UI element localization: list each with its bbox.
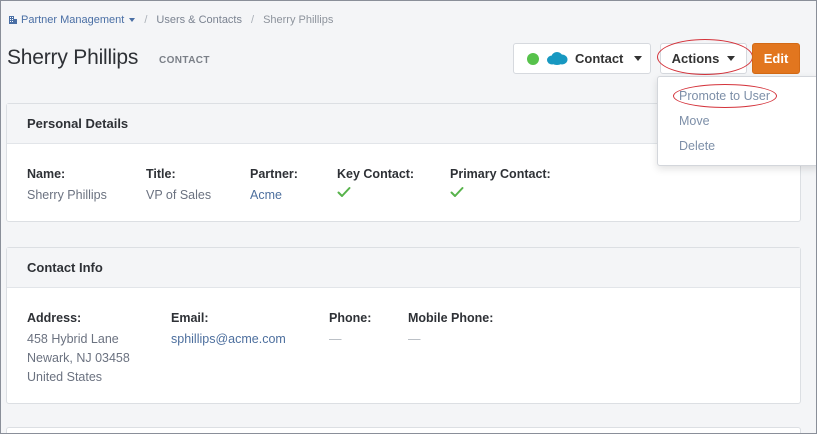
page-title: Sherry Phillips [7,46,139,69]
breadcrumb-current: Sherry Phillips [263,14,334,26]
address-line: Newark, NJ 03458 [27,351,130,365]
email-link[interactable]: sphillips@acme.com [171,330,286,349]
field-value: Sherry Phillips [27,188,107,202]
mobile-phone-field: Mobile Phone: — [408,311,493,349]
address-line: United States [27,370,103,384]
check-icon [450,187,464,197]
address-line: 458 Hybrid Lane [27,332,119,346]
sync-status-dot [527,52,539,65]
breadcrumb-separator: / [144,14,148,26]
field-label: Key Contact: [337,167,415,181]
menu-item-move[interactable]: Move [679,114,710,128]
phone-field: Phone: — [329,311,371,349]
key-contact-field: Key Contact: [337,167,414,198]
actions-dropdown-menu: Promote to User Move Delete [657,76,816,166]
app-frame: Partner Management / Users & Contacts / … [0,0,817,434]
field-value: VP of Sales [146,188,212,202]
contact-info-card: Contact Info Address: 458 Hybrid Lane Ne… [6,247,801,404]
field-value: — [408,332,421,346]
building-icon [9,16,17,24]
field-label: Mobile Phone: [408,311,494,325]
title-field: Title: VP of Sales [146,167,211,205]
partner-field: Partner: Acme [250,167,298,205]
field-label: Title: [146,167,176,181]
field-label: Primary Contact: [450,167,551,181]
breadcrumb-partner-management[interactable]: Partner Management [8,14,136,26]
actions-button[interactable]: Actions [660,43,747,74]
contact-info-heading: Contact Info [7,248,800,288]
field-label: Partner: [250,167,298,181]
partner-link[interactable]: Acme [250,186,298,205]
salesforce-cloud-icon [547,52,568,65]
field-label: Name: [27,167,66,181]
menu-item-promote-to-user[interactable]: Promote to User [679,89,770,103]
field-label: Email: [171,311,209,325]
field-value: — [329,332,342,346]
address-field: Address: 458 Hybrid Lane Newark, NJ 0345… [27,311,130,387]
next-card-edge [6,427,801,433]
name-field: Name: Sherry Phillips [27,167,107,205]
field-label: Phone: [329,311,372,325]
breadcrumb: Partner Management / Users & Contacts / … [8,13,333,27]
menu-item-delete[interactable]: Delete [679,139,715,153]
crm-contact-dropdown[interactable]: Contact [513,43,651,74]
breadcrumb-users-contacts[interactable]: Users & Contacts [156,14,242,26]
chevron-down-icon [727,56,736,61]
actions-button-label: Actions [671,51,720,66]
primary-contact-field: Primary Contact: [450,167,551,198]
breadcrumb-separator: / [251,14,255,26]
chevron-down-icon [129,18,136,22]
field-label: Address: [27,311,82,325]
contact-type-label: Contact [575,51,624,66]
edit-button[interactable]: Edit [752,43,800,74]
chevron-down-icon [634,56,643,61]
record-type-badge: CONTACT [159,55,210,66]
email-field: Email: sphillips@acme.com [171,311,286,349]
breadcrumb-root-label: Partner Management [21,14,125,26]
check-icon [337,187,351,197]
